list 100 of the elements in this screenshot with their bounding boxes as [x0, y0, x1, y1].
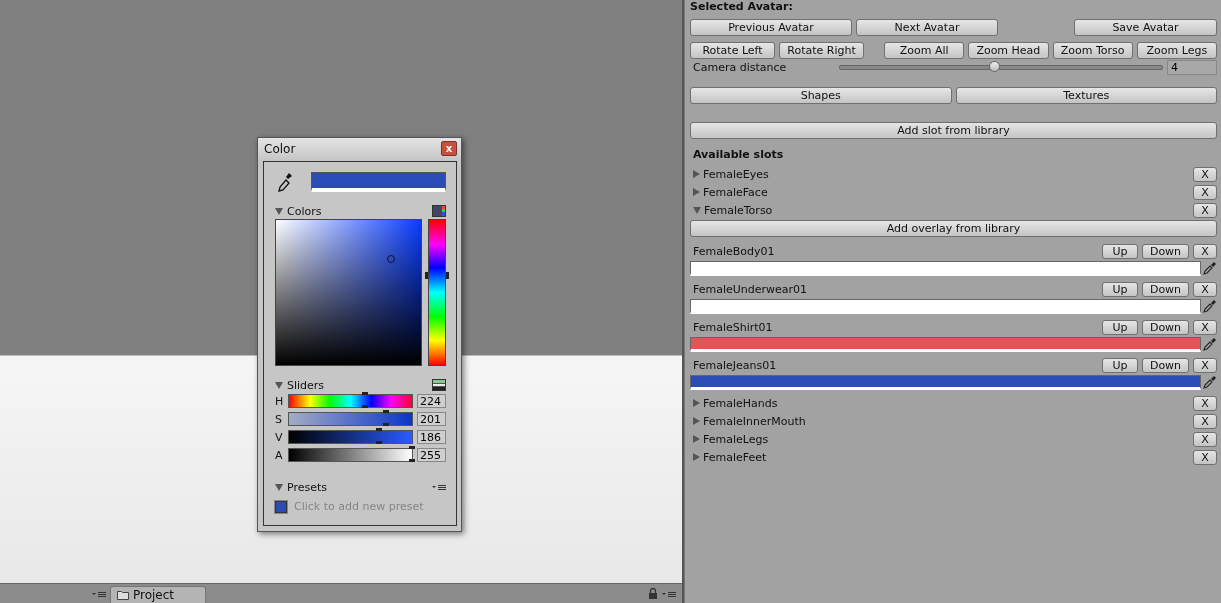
overlay-name: FemaleUnderwear01 [692, 282, 809, 296]
menu-icon[interactable] [432, 483, 446, 491]
overlay-color-field[interactable] [690, 260, 1201, 276]
expand-triangle-icon[interactable] [275, 483, 283, 491]
lock-icon[interactable] [648, 588, 658, 599]
remove-button[interactable]: X [1193, 395, 1217, 411]
slider-thumb[interactable] [375, 428, 382, 444]
channel-label: A [275, 448, 284, 462]
slider-thumb[interactable] [362, 392, 369, 408]
overlay-color-field[interactable] [690, 374, 1201, 390]
expand-triangle-icon[interactable] [693, 435, 700, 443]
saturation-value-square[interactable] [275, 219, 422, 366]
overlay-name: FemaleShirt01 [692, 320, 774, 334]
toolbar-button[interactable]: Rotate Right [779, 41, 864, 59]
channel-value-field[interactable]: 201 [417, 412, 446, 426]
overlay-name: FemaleBody01 [692, 244, 776, 258]
eyedropper-icon[interactable] [1203, 261, 1217, 275]
overlay-button[interactable]: X [1193, 357, 1217, 373]
channel-label: V [275, 430, 284, 444]
toolbar-button[interactable]: Zoom All [884, 41, 965, 59]
menu-icon[interactable] [662, 589, 676, 598]
remove-button[interactable]: X [1193, 431, 1217, 447]
project-tab[interactable]: Project [110, 586, 206, 603]
channel-label: H [275, 394, 284, 408]
toolbar-button[interactable]: Zoom Head [968, 41, 1049, 59]
overlay-button[interactable]: Down [1142, 319, 1189, 335]
section-label: Presets [287, 480, 328, 494]
overlay-button[interactable]: X [1193, 281, 1217, 297]
slot-name[interactable]: FemaleEyes [703, 167, 1190, 181]
overlay-name: FemaleJeans01 [692, 358, 778, 372]
eyedropper-icon[interactable] [1203, 299, 1217, 313]
channel-slider[interactable] [288, 448, 413, 462]
camera-distance-field[interactable]: 4 [1167, 60, 1217, 75]
tab-label: Project [133, 588, 175, 602]
overlay-button[interactable]: X [1193, 243, 1217, 259]
overlay-button[interactable]: Down [1142, 243, 1189, 259]
eyedropper-icon[interactable] [1203, 337, 1217, 351]
selected-avatar-label: Selected Avatar: [690, 0, 794, 15]
camera-distance-label: Camera distance [692, 61, 788, 74]
overlay-button[interactable]: Down [1142, 357, 1189, 373]
expand-triangle-icon[interactable] [275, 381, 283, 389]
section-heading: Available slots [692, 147, 785, 163]
eyedropper-icon[interactable] [277, 172, 293, 192]
remove-button[interactable]: X [1193, 184, 1217, 200]
slot-name[interactable]: FemaleInnerMouth [703, 414, 1190, 428]
remove-button[interactable]: X [1193, 202, 1217, 218]
close-button[interactable]: x [441, 141, 457, 156]
channel-slider[interactable] [288, 412, 413, 426]
slot-name[interactable]: FemaleFeet [703, 450, 1190, 464]
hue-strip[interactable] [428, 219, 446, 366]
overlay-button[interactable]: X [1193, 319, 1217, 335]
slider-thumb[interactable] [988, 61, 1000, 72]
expand-triangle-icon[interactable] [693, 417, 700, 425]
toolbar-button[interactable]: Zoom Torso [1052, 41, 1133, 59]
expand-triangle-icon[interactable] [693, 453, 700, 461]
preset-swatch[interactable] [275, 500, 287, 513]
expand-triangle-icon[interactable] [275, 207, 283, 215]
slider-mode-icon[interactable] [432, 379, 446, 391]
expand-triangle-icon[interactable] [693, 170, 700, 178]
palette-mode-icon[interactable] [432, 205, 446, 217]
remove-button[interactable]: X [1193, 166, 1217, 182]
add-overlay-button[interactable]: Add overlay from library [690, 220, 1217, 237]
slot-name[interactable]: FemaleHands [703, 396, 1190, 410]
channel-label: S [275, 412, 283, 426]
window-title: Color [264, 141, 296, 156]
overlay-button[interactable]: Down [1142, 281, 1189, 297]
toolbar-button[interactable]: Zoom Legs [1136, 41, 1217, 59]
overlay-color-field[interactable] [690, 298, 1201, 314]
channel-value-field[interactable]: 186 [417, 430, 446, 444]
mode-button[interactable]: Textures [955, 86, 1217, 104]
channel-slider[interactable] [288, 394, 413, 408]
toolbar-button[interactable]: Save Avatar [1074, 18, 1217, 36]
expand-triangle-icon[interactable] [693, 188, 700, 196]
overlay-button[interactable]: Up [1102, 243, 1138, 259]
toolbar-button[interactable]: Rotate Left [690, 41, 775, 59]
remove-button[interactable]: X [1193, 449, 1217, 465]
remove-button[interactable]: X [1193, 413, 1217, 429]
overlay-color-field[interactable] [690, 336, 1201, 352]
slider-thumb[interactable] [383, 410, 390, 426]
mode-button[interactable]: Shapes [690, 86, 952, 104]
overlay-button[interactable]: Up [1102, 357, 1138, 373]
hue-marker-icon[interactable] [425, 272, 449, 280]
channel-value-field[interactable]: 255 [417, 448, 446, 462]
channel-value-field[interactable]: 224 [417, 394, 446, 408]
channel-slider[interactable] [288, 430, 413, 444]
overlay-button[interactable]: Up [1102, 281, 1138, 297]
add-slot-button[interactable]: Add slot from library [690, 122, 1217, 139]
slot-name[interactable]: FemaleTorso [704, 203, 1190, 217]
eyedropper-icon[interactable] [1203, 375, 1217, 389]
expand-triangle-icon[interactable] [693, 399, 700, 407]
folder-icon [117, 590, 129, 600]
slot-name[interactable]: FemaleLegs [703, 432, 1190, 446]
menu-icon[interactable] [92, 589, 106, 598]
expand-triangle-icon[interactable] [693, 206, 701, 214]
section-label: Colors [287, 204, 322, 218]
current-color-swatch[interactable] [311, 172, 446, 192]
toolbar-button[interactable]: Previous Avatar [690, 18, 853, 36]
slot-name[interactable]: FemaleFace [703, 185, 1190, 199]
overlay-button[interactable]: Up [1102, 319, 1138, 335]
toolbar-button[interactable]: Next Avatar [856, 18, 998, 36]
